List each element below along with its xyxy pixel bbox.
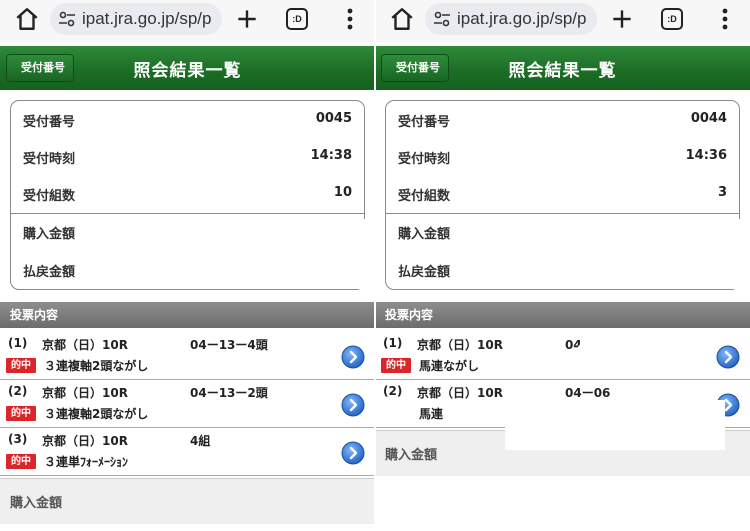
summary-label: 払戻金額 <box>23 265 76 280</box>
summary-label: 受付番号 <box>398 115 451 130</box>
screen-right: ipat.jra.go.jp/sp/p :D 受付番号 照会結果一覧 受付番号 0… <box>375 0 750 531</box>
bet-type: ３連単ﾌｫｰﾒｰｼｮﾝ <box>44 455 129 469</box>
summary-value: 14:38 <box>310 148 352 163</box>
summary-value: 0045 <box>315 111 352 126</box>
blank-area <box>375 476 750 531</box>
purchase-total-label: 購入金額 <box>385 448 438 463</box>
more-icon[interactable] <box>715 6 735 32</box>
bet-number: (3) <box>8 432 28 446</box>
redaction <box>610 219 742 289</box>
purchase-total-bar: 購入金額 <box>0 478 375 524</box>
race-name: 京都（日）10R <box>42 338 128 352</box>
bet-type: ３連複軸2頭ながし <box>44 359 149 373</box>
redaction <box>142 450 282 474</box>
page-title: 照会結果一覧 <box>133 61 242 81</box>
hit-badge: 的中 <box>6 454 36 469</box>
summary-card: 受付番号 0044 受付時刻 14:36 受付組数 3 購入金額 払戻金額 <box>385 100 742 290</box>
bet-row[interactable]: (2) 京都（日）10R 04ー13ー2頭 的中 ３連複軸2頭ながし <box>0 380 375 428</box>
race-name: 京都（日）10R <box>42 386 128 400</box>
summary-row: 受付番号 0045 <box>11 101 364 139</box>
purchase-total-label: 購入金額 <box>10 496 63 511</box>
summary-value: 3 <box>717 185 727 200</box>
chevron-right-icon[interactable] <box>716 345 740 369</box>
bet-row[interactable]: (1) 京都（日）10R 04ー13ー4頭 的中 ３連複軸2頭ながし <box>0 332 375 380</box>
redaction <box>158 402 283 422</box>
summary-value: 10 <box>333 185 352 200</box>
section-header: 投票内容 <box>0 302 375 328</box>
more-icon[interactable] <box>340 6 360 32</box>
hit-badge: 的中 <box>381 358 411 373</box>
browser-toolbar: ipat.jra.go.jp/sp/p :D <box>0 0 375 42</box>
bet-row[interactable]: (3) 京都（日）10R 4組 的中 ３連単ﾌｫｰﾒｰｼｮﾝ <box>0 428 375 476</box>
bet-number: (2) <box>383 384 403 398</box>
summary-label: 受付組数 <box>398 189 451 204</box>
summary-row: 受付時刻 14:36 <box>386 138 739 176</box>
race-name: 京都（日）10R <box>417 386 503 400</box>
page-header: 受付番号 照会結果一覧 <box>0 46 375 90</box>
summary-card: 受付番号 0045 受付時刻 14:38 受付組数 10 購入金額 払戻金額 <box>10 100 367 290</box>
summary-label: 受付時刻 <box>23 152 76 167</box>
browser-toolbar: ipat.jra.go.jp/sp/p :D <box>375 0 750 42</box>
redaction <box>235 219 367 289</box>
bet-number: (1) <box>383 336 403 350</box>
plus-icon[interactable] <box>234 6 260 32</box>
bet-number: (1) <box>8 336 28 350</box>
race-name: 京都（日）10R <box>42 434 128 448</box>
hit-badge: 的中 <box>6 406 36 421</box>
tabs-icon[interactable]: :D <box>286 8 308 30</box>
summary-value: 14:36 <box>685 148 727 163</box>
divider <box>0 475 375 476</box>
home-icon[interactable] <box>389 6 415 32</box>
summary-label: 購入金額 <box>23 227 76 242</box>
tune-icon[interactable] <box>58 10 76 28</box>
summary-label: 受付番号 <box>23 115 76 130</box>
summary-row: 受付組数 3 <box>386 175 739 213</box>
redaction <box>505 400 725 450</box>
section-header: 投票内容 <box>375 302 750 328</box>
screen-separator <box>374 0 376 531</box>
plus-icon[interactable] <box>609 6 635 32</box>
redaction <box>160 354 280 374</box>
chevron-right-icon[interactable] <box>341 393 365 417</box>
chevron-right-icon[interactable] <box>341 441 365 465</box>
bet-combination: 04ー13ー4頭 <box>190 338 268 352</box>
summary-label: 受付組数 <box>23 189 76 204</box>
summary-row: 受付組数 10 <box>11 175 364 213</box>
summary-label: 払戻金額 <box>398 265 451 280</box>
summary-value: 0044 <box>690 111 727 126</box>
bet-combination: 04ー13ー2頭 <box>190 386 268 400</box>
url-text: ipat.jra.go.jp/sp/p <box>82 9 212 28</box>
address-bar[interactable]: ipat.jra.go.jp/sp/p <box>425 3 597 35</box>
chevron-right-icon[interactable] <box>341 345 365 369</box>
summary-label: 購入金額 <box>398 227 451 242</box>
address-bar[interactable]: ipat.jra.go.jp/sp/p <box>50 3 222 35</box>
page-title: 照会結果一覧 <box>508 61 617 81</box>
bet-combination: 04ー06 <box>565 386 611 400</box>
home-icon[interactable] <box>14 6 40 32</box>
page-header: 受付番号 照会結果一覧 <box>375 46 750 90</box>
tune-icon[interactable] <box>433 10 451 28</box>
race-name: 京都（日）10R <box>417 338 503 352</box>
hit-badge: 的中 <box>6 358 36 373</box>
bet-combination: 4組 <box>190 434 211 448</box>
bet-type: ３連複軸2頭ながし <box>44 407 149 421</box>
screen-left: ipat.jra.go.jp/sp/p :D 受付番号 照会結果一覧 受付番号 0… <box>0 0 375 531</box>
summary-label: 受付時刻 <box>398 152 451 167</box>
bet-row[interactable]: (1) 京都（日）10R 04ー2頭 的中 馬連ながし <box>375 332 750 380</box>
url-text: ipat.jra.go.jp/sp/p <box>457 9 587 28</box>
summary-row: 受付時刻 14:38 <box>11 138 364 176</box>
redaction <box>575 338 695 376</box>
tabs-icon[interactable]: :D <box>661 8 683 30</box>
bet-type: 馬連ながし <box>419 359 480 373</box>
bet-type: 馬連 <box>419 407 444 421</box>
bet-number: (2) <box>8 384 28 398</box>
summary-row: 受付番号 0044 <box>386 101 739 139</box>
